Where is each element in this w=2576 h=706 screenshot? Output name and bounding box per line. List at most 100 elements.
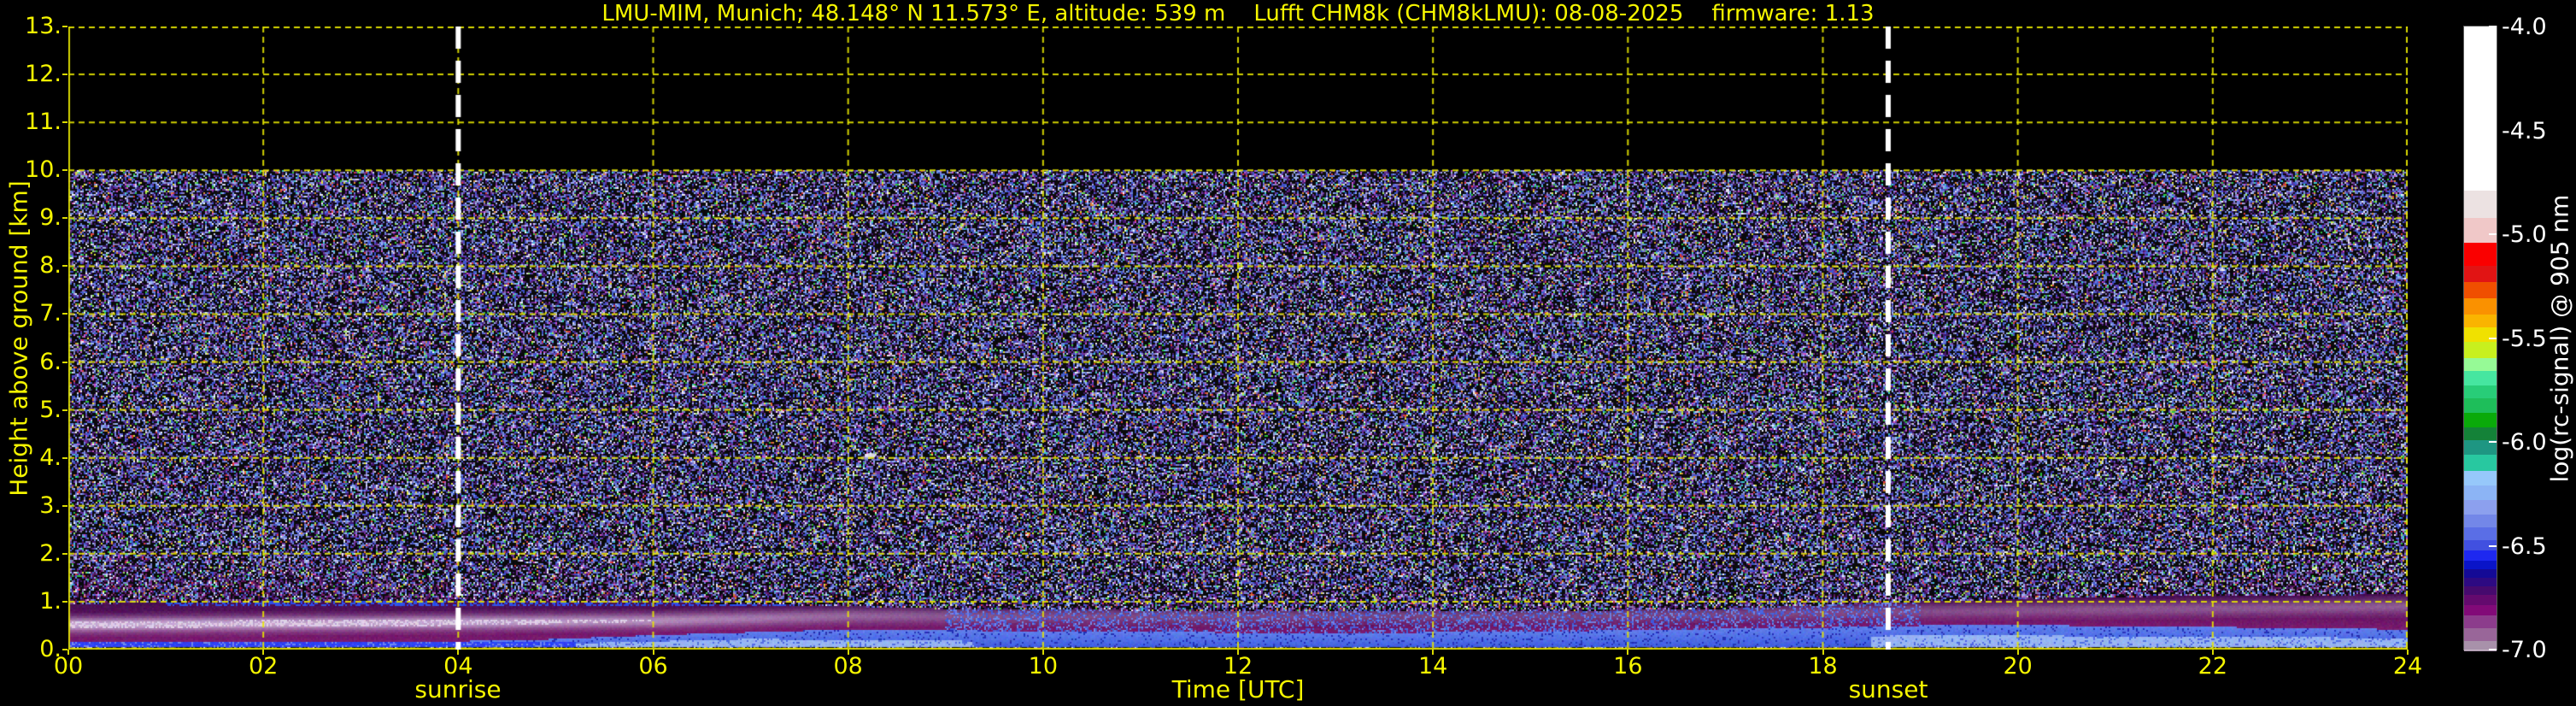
x-tick-mark <box>1822 650 1824 655</box>
x-tick-label: 04 <box>443 653 473 680</box>
colorbar-segment <box>2464 298 2497 315</box>
colorbar-segment <box>2464 342 2497 358</box>
y-tick-label: 3. <box>39 491 62 519</box>
colorbar-label: log(rc-signal) @ 905 nm <box>2545 194 2574 483</box>
sunset-annotation: sunset <box>1848 675 1928 703</box>
colorbar-segment <box>2464 595 2497 605</box>
x-tick-mark <box>2016 650 2019 655</box>
colorbar-tick-mark <box>2489 233 2497 235</box>
colorbar-tick-label: -4.0 <box>2502 14 2547 40</box>
colorbar-tick-mark <box>2489 544 2497 547</box>
y-tick-label: 10. <box>25 156 62 184</box>
colorbar-tick-label: -5.5 <box>2502 325 2547 352</box>
colorbar-segment <box>2464 427 2497 440</box>
colorbar-segment <box>2464 500 2497 515</box>
colorbar-tick-mark <box>2489 337 2497 339</box>
x-tick-label: 12 <box>1223 653 1253 680</box>
colorbar-segment <box>2464 358 2497 371</box>
colorbar-segment <box>2464 327 2497 342</box>
colorbar-segment <box>2464 485 2497 500</box>
sunrise-annotation: sunrise <box>414 675 502 703</box>
colorbar-segment <box>2464 282 2497 298</box>
x-tick-label: 08 <box>833 653 863 680</box>
y-tick-label: 13. <box>25 13 62 39</box>
x-tick-label: 06 <box>638 653 668 680</box>
x-tick-mark <box>457 650 460 655</box>
x-tick-label: 18 <box>1808 653 1838 680</box>
colorbar-segment <box>2464 515 2497 527</box>
y-tick-mark <box>62 409 67 411</box>
x-tick-label: 02 <box>248 653 279 680</box>
y-tick-mark <box>62 552 67 555</box>
colorbar-segment <box>2464 527 2497 540</box>
x-tick-mark <box>652 650 654 655</box>
colorbar-tick-mark <box>2489 129 2497 132</box>
x-tick-label: 10 <box>1028 653 1058 680</box>
colorbar-segment <box>2464 398 2497 413</box>
x-tick-mark <box>847 650 849 655</box>
x-tick-mark <box>2407 650 2409 655</box>
y-tick-label: 9. <box>39 204 62 232</box>
y-tick-mark <box>62 169 67 172</box>
y-tick-label: 8. <box>39 252 62 279</box>
y-tick-label: 11. <box>25 109 62 136</box>
x-tick-mark <box>1432 650 1435 655</box>
y-tick-mark <box>62 121 67 124</box>
x-axis-label: Time [UTC] <box>1171 675 1305 703</box>
y-tick-mark <box>62 26 67 27</box>
y-tick-label: 2. <box>39 539 62 567</box>
colorbar-segment <box>2464 561 2497 569</box>
colorbar-segment <box>2464 569 2497 578</box>
y-tick-mark <box>62 600 67 603</box>
y-tick-mark <box>62 504 67 507</box>
y-tick-label: 5. <box>39 396 62 423</box>
x-tick-label: 22 <box>2198 653 2227 680</box>
x-tick-label: 14 <box>1417 653 1448 680</box>
colorbar-segment <box>2464 578 2497 586</box>
colorbar-tick-label: -7.0 <box>2502 637 2547 663</box>
colorbar-segment <box>2464 26 2497 191</box>
ceilometer-quicklook-figure: LMU-MIM, Munich; 48.148° N 11.573° E, al… <box>0 0 2576 706</box>
colorbar-tick-label: -4.5 <box>2502 117 2547 144</box>
x-tick-label: 00 <box>53 653 84 680</box>
colorbar-tick-label: -6.0 <box>2502 429 2547 456</box>
colorbar-tick-mark <box>2489 441 2497 443</box>
x-tick-mark <box>1042 650 1044 655</box>
y-tick-label: 6. <box>39 348 62 375</box>
colorbar-segment <box>2464 191 2497 218</box>
colorbar-segment <box>2464 371 2497 385</box>
y-tick-mark <box>62 361 67 363</box>
y-tick-mark <box>62 265 67 268</box>
colorbar-segment <box>2464 266 2497 282</box>
colorbar-segment <box>2464 455 2497 471</box>
x-tick-label: 20 <box>2003 653 2033 680</box>
colorbar-segment <box>2464 550 2497 561</box>
y-tick-label: 7. <box>39 300 62 327</box>
colorbar-segment <box>2464 413 2497 427</box>
x-tick-label: 24 <box>2392 653 2423 680</box>
colorbar-segment <box>2464 605 2497 615</box>
x-tick-mark <box>1627 650 1629 655</box>
heatmap-plot-canvas <box>68 26 2408 650</box>
colorbar-segment <box>2464 315 2497 327</box>
colorbar-segment <box>2464 628 2497 641</box>
colorbar-segment <box>2464 586 2497 595</box>
colorbar-tick-label: -6.5 <box>2502 532 2547 560</box>
colorbar-segment <box>2464 385 2497 398</box>
y-tick-label: 4. <box>39 444 62 471</box>
colorbar-segment <box>2464 218 2497 243</box>
y-tick-label: 12. <box>25 61 62 88</box>
y-tick-mark <box>62 313 67 315</box>
x-tick-mark <box>1237 650 1239 655</box>
y-tick-mark <box>62 456 67 459</box>
x-tick-mark <box>67 650 69 655</box>
x-tick-mark <box>262 650 265 655</box>
colorbar-segment <box>2464 615 2497 628</box>
y-tick-label: 1. <box>39 587 62 615</box>
y-tick-mark <box>62 217 67 220</box>
colorbar-tick-mark <box>2489 26 2497 27</box>
colorbar-segment <box>2464 471 2497 485</box>
colorbar-tick-label: -5.0 <box>2502 221 2547 248</box>
y-tick-mark <box>62 74 67 76</box>
page-title: LMU-MIM, Munich; 48.148° N 11.573° E, al… <box>601 1 1875 26</box>
